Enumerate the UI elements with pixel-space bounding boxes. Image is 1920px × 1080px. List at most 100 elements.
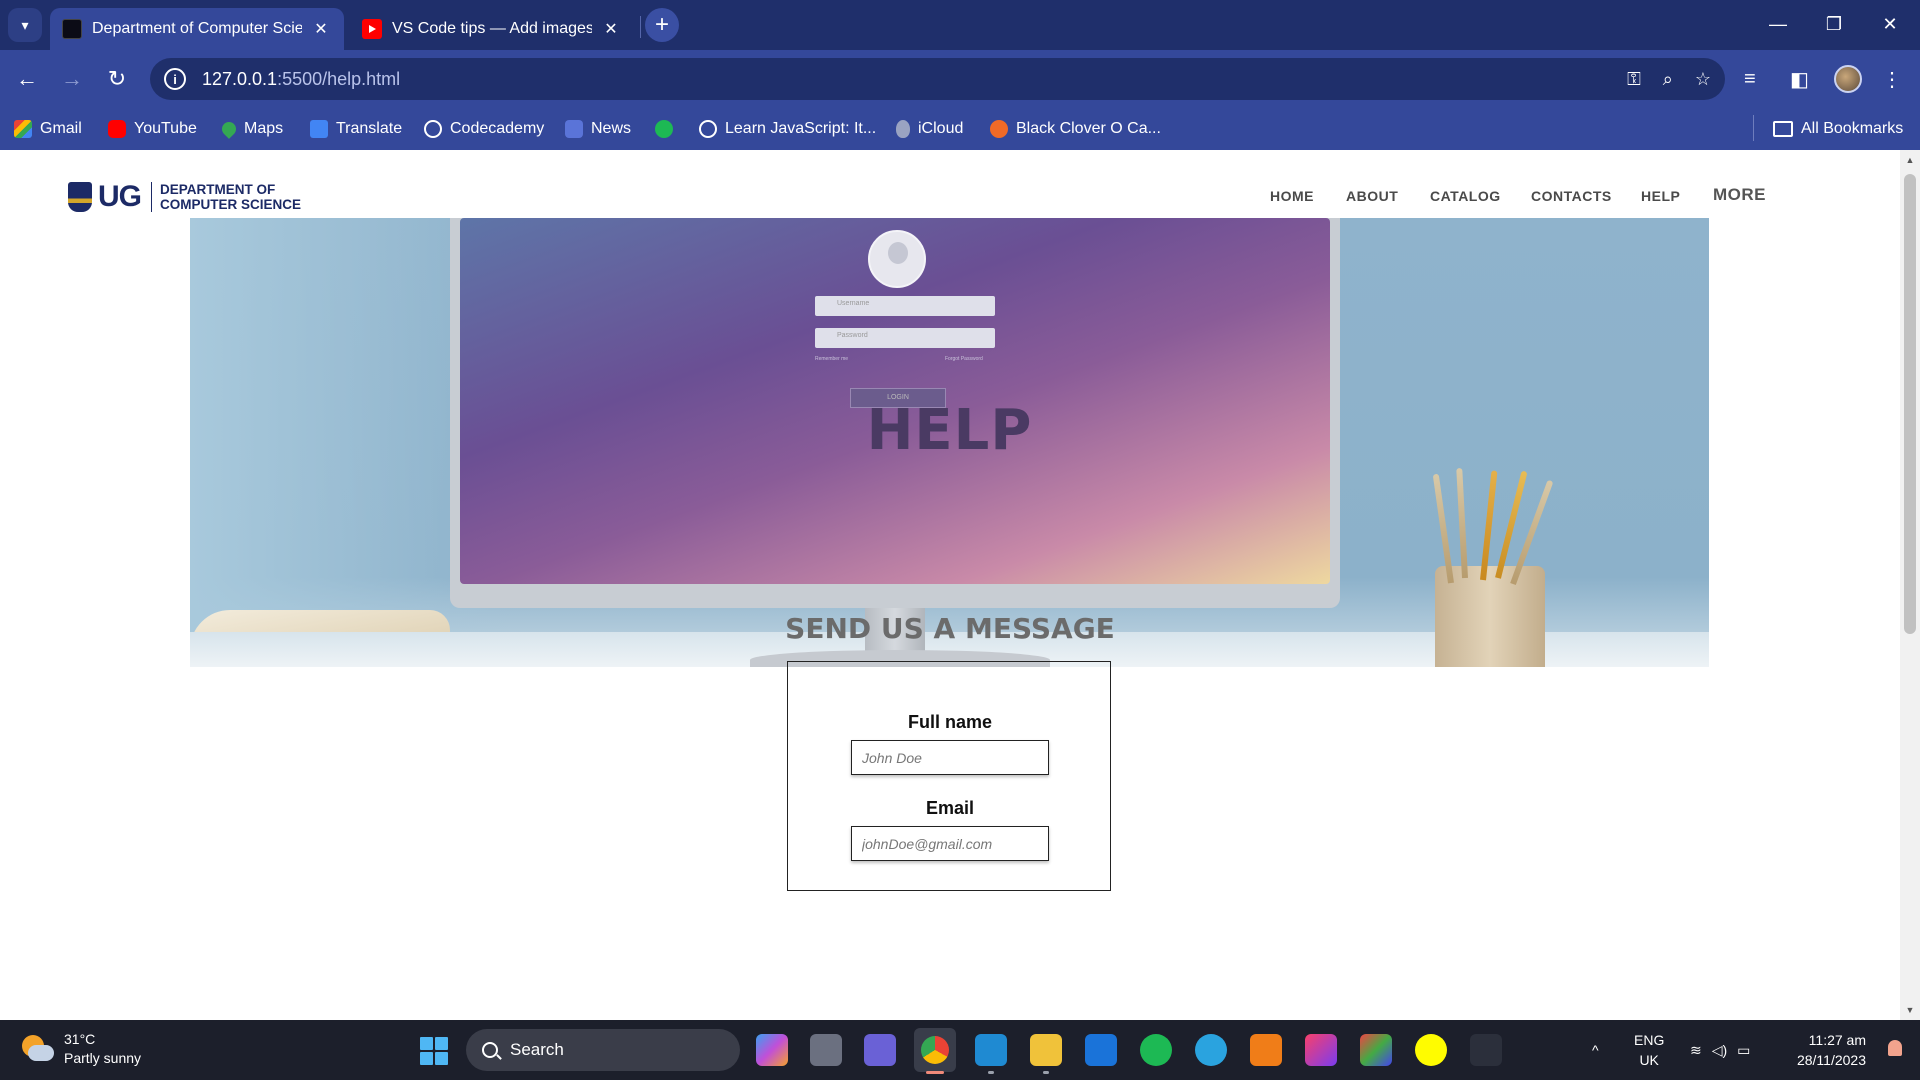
site-logo[interactable]: UG DEPARTMENT OF COMPUTER SCIENCE	[68, 180, 301, 214]
bookmark-youtube[interactable]: YouTube	[108, 118, 197, 140]
mock-password-label: Password	[837, 332, 868, 339]
zoom-icon[interactable]: ⌕	[1663, 69, 1673, 90]
close-window-button[interactable]: ✕	[1862, 0, 1918, 48]
page-viewport[interactable]: UG DEPARTMENT OF COMPUTER SCIENCE HOME A…	[0, 150, 1920, 1020]
nav-about[interactable]: ABOUT	[1346, 188, 1398, 204]
close-tab-icon[interactable]: ✕	[310, 19, 332, 39]
intellij-icon[interactable]	[1305, 1034, 1337, 1066]
chrome-taskbar-button[interactable]	[914, 1028, 956, 1072]
restore-button[interactable]: ❐	[1806, 0, 1862, 48]
snapchat-icon[interactable]	[1415, 1034, 1447, 1066]
profile-button[interactable]	[1834, 62, 1862, 96]
terminal-app-icon[interactable]	[1470, 1034, 1502, 1066]
bookmark-spotify[interactable]	[655, 118, 681, 140]
git-tool-icon[interactable]	[1360, 1034, 1392, 1066]
copilot-icon[interactable]	[756, 1034, 788, 1066]
reload-button[interactable]: ↻	[100, 62, 134, 96]
all-bookmarks-button[interactable]: All Bookmarks	[1773, 118, 1903, 140]
close-tab-icon[interactable]: ✕	[600, 19, 622, 39]
tab-department[interactable]: Department of Computer Scien ✕	[50, 8, 344, 50]
fullname-label: Full name	[907, 712, 992, 732]
site-info-icon[interactable]: i	[164, 68, 186, 90]
bookmark-label: Black Clover O Ca...	[1016, 120, 1161, 137]
nav-help[interactable]: HELP	[1641, 188, 1680, 204]
bookmark-gmail[interactable]: Gmail	[14, 118, 82, 140]
nav-home[interactable]: HOME	[1270, 188, 1314, 204]
email-input[interactable]	[851, 826, 1049, 861]
nav-contacts[interactable]: CONTACTS	[1531, 188, 1612, 204]
logo-line-2: COMPUTER SCIENCE	[160, 197, 302, 212]
restore-icon: ❐	[1825, 13, 1843, 34]
side-panel-icon: ◧	[1790, 68, 1809, 91]
vlc-icon[interactable]	[1250, 1034, 1282, 1066]
bookmark-translate[interactable]: Translate	[310, 118, 402, 140]
address-url[interactable]: 127.0.0.1:5500/help.html	[202, 69, 400, 90]
form-title: SEND US A MESSAGE	[785, 612, 1115, 645]
bookmark-learn-javascript[interactable]: Learn JavaScript: It...	[699, 118, 876, 140]
url-host: 127.0.0.1	[202, 68, 278, 89]
spotify-icon[interactable]	[1140, 1034, 1172, 1066]
bookmarks-separator	[1753, 115, 1754, 141]
bookmark-label: Gmail	[40, 120, 82, 137]
back-button[interactable]: ←	[10, 62, 44, 96]
vscode-icon[interactable]	[975, 1034, 1007, 1066]
page-scrollbar[interactable]: ▲ ▼	[1900, 150, 1920, 1020]
gmail-icon	[14, 120, 32, 138]
crunchyroll-icon	[990, 120, 1008, 138]
task-view-icon[interactable]	[810, 1034, 842, 1066]
bookmark-codecademy[interactable]: Codecademy	[424, 118, 544, 140]
chrome-icon	[921, 1036, 949, 1064]
taskbar-search[interactable]: Search	[466, 1029, 740, 1071]
language-indicator[interactable]: ENG UK	[1634, 1030, 1664, 1070]
mock-password-field: Password	[815, 328, 995, 348]
nav-more[interactable]: MORE	[1713, 185, 1766, 205]
system-tray[interactable]: ≋ ◁) ▭	[1690, 1020, 1750, 1080]
running-indicator	[926, 1071, 944, 1074]
bookmark-label: iCloud	[918, 120, 964, 137]
photos-app-icon[interactable]	[1085, 1034, 1117, 1066]
clock[interactable]: 11:27 am 28/11/2023	[1797, 1030, 1866, 1070]
running-indicator	[1043, 1071, 1049, 1074]
tab-search-button[interactable]: ▾	[8, 8, 42, 42]
partly-sunny-icon	[20, 1035, 54, 1063]
media-control-button[interactable]: ≡	[1744, 62, 1756, 96]
bookmark-maps[interactable]: Maps	[219, 118, 283, 140]
logo-text: DEPARTMENT OF COMPUTER SCIENCE	[160, 182, 301, 212]
youtube-favicon-icon	[362, 19, 382, 39]
nav-catalog[interactable]: CATALOG	[1430, 188, 1501, 204]
bookmark-label: Codecademy	[450, 120, 545, 137]
browser-toolbar: ← → ↻ i 127.0.0.1:5500/help.html ⚿ ⌕ ☆ ≡…	[0, 50, 1920, 108]
forward-button[interactable]: →	[55, 62, 89, 96]
folder-icon	[1773, 121, 1793, 137]
browser-menu-button[interactable]: ⋮	[1882, 62, 1902, 96]
tab-title: VS Code tips — Add images an	[392, 20, 592, 37]
teams-chat-icon[interactable]	[864, 1034, 896, 1066]
notification-bell-icon[interactable]	[1888, 1040, 1902, 1056]
volume-icon: ◁)	[1711, 1041, 1728, 1058]
file-explorer-icon[interactable]	[1030, 1034, 1062, 1066]
show-hidden-icons-button[interactable]: ^	[1592, 1020, 1599, 1080]
side-panel-button[interactable]: ◧	[1790, 62, 1809, 96]
scroll-thumb[interactable]	[1904, 174, 1916, 634]
telegram-icon[interactable]	[1195, 1034, 1227, 1066]
bookmark-star-icon[interactable]: ☆	[1695, 69, 1711, 90]
more-vertical-icon: ⋮	[1882, 68, 1902, 91]
new-tab-button[interactable]: +	[645, 8, 679, 42]
bookmark-news[interactable]: News	[565, 118, 631, 140]
bookmark-black-clover[interactable]: Black Clover O Ca...	[990, 118, 1161, 140]
bookmarks-bar: Gmail YouTube Maps Translate Codecademy …	[0, 108, 1920, 150]
os-taskbar: 31°C Partly sunny Search ^ ENG UK ≋ ◁) ▭…	[0, 1020, 1920, 1080]
scroll-up-icon[interactable]: ▲	[1900, 152, 1920, 168]
chevron-down-icon: ▾	[21, 16, 29, 33]
key-icon[interactable]: ⚿	[1627, 69, 1641, 90]
weather-widget[interactable]: 31°C Partly sunny	[20, 1030, 141, 1068]
address-bar[interactable]: i 127.0.0.1:5500/help.html ⚿ ⌕ ☆	[150, 58, 1725, 100]
start-button[interactable]	[420, 1037, 448, 1065]
bookmark-icloud[interactable]: iCloud	[896, 118, 963, 140]
department-favicon-icon	[62, 19, 82, 39]
spotify-icon	[655, 120, 673, 138]
fullname-input[interactable]	[851, 740, 1049, 775]
minimize-button[interactable]: —	[1750, 0, 1806, 48]
tab-vscode-tips[interactable]: VS Code tips — Add images an ✕	[350, 8, 634, 50]
scroll-down-icon[interactable]: ▼	[1900, 1002, 1920, 1018]
